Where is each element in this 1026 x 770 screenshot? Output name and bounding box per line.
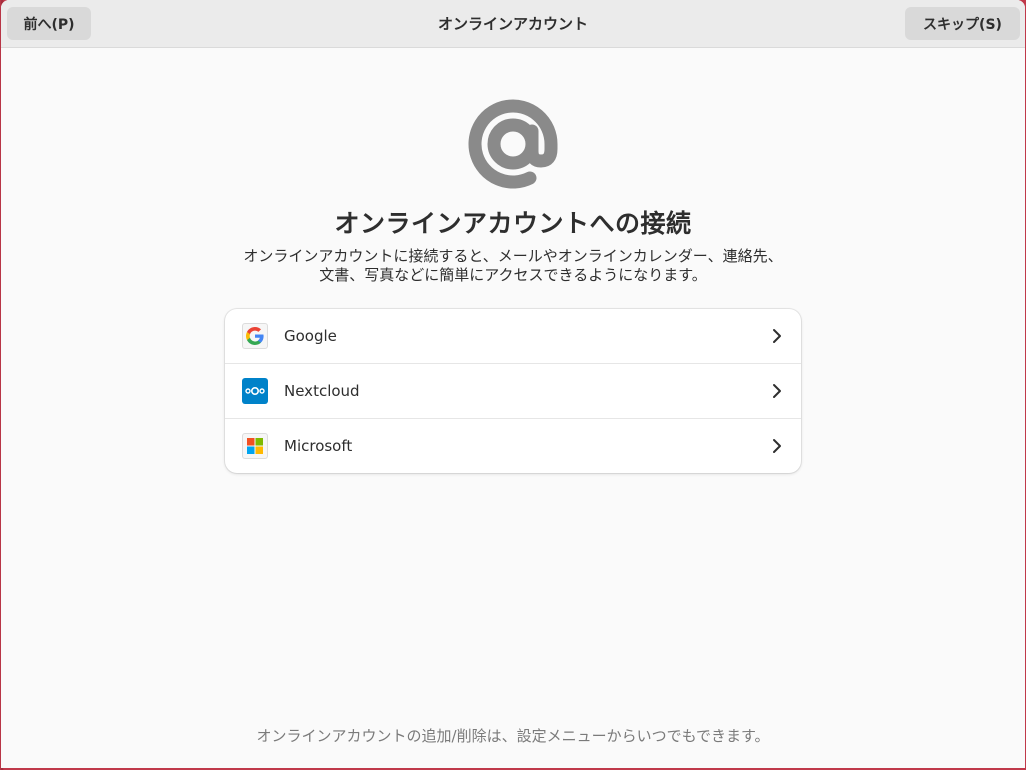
microsoft-icon bbox=[242, 433, 268, 459]
chevron-right-icon bbox=[773, 439, 781, 453]
page-description: オンラインアカウントに接続すると、メールやオンラインカレンダー、連絡先、 文書、… bbox=[201, 247, 825, 285]
footer-note: オンラインアカウントの追加/削除は、設定メニューからいつでもできます。 bbox=[256, 727, 770, 745]
provider-label: Microsoft bbox=[284, 437, 353, 455]
chevron-right-icon bbox=[773, 384, 781, 398]
nextcloud-icon bbox=[242, 378, 268, 404]
description-line-1: オンラインアカウントに接続すると、メールやオンラインカレンダー、連絡先、 bbox=[243, 247, 783, 265]
skip-button[interactable]: スキップ(S) bbox=[905, 7, 1020, 40]
window-title: オンラインアカウント bbox=[437, 14, 588, 33]
provider-label: Nextcloud bbox=[284, 382, 360, 400]
provider-row-microsoft[interactable]: Microsoft bbox=[225, 419, 801, 473]
header-bar: 前へ(P) オンラインアカウント スキップ(S) bbox=[1, 0, 1025, 48]
setup-window: 前へ(P) オンラインアカウント スキップ(S) オンラインアカウントへの接続 … bbox=[1, 0, 1025, 768]
description-line-2: 文書、写真などに簡単にアクセスできるようになります。 bbox=[319, 266, 707, 284]
provider-list: Google Nextcloud Microsoft bbox=[225, 309, 801, 473]
chevron-right-icon bbox=[773, 329, 781, 343]
page-title: オンラインアカウントへの接続 bbox=[334, 209, 692, 238]
google-icon bbox=[242, 323, 268, 349]
at-sign-icon bbox=[468, 99, 558, 189]
provider-row-nextcloud[interactable]: Nextcloud bbox=[225, 364, 801, 419]
provider-row-google[interactable]: Google bbox=[225, 309, 801, 364]
provider-label: Google bbox=[284, 327, 337, 345]
